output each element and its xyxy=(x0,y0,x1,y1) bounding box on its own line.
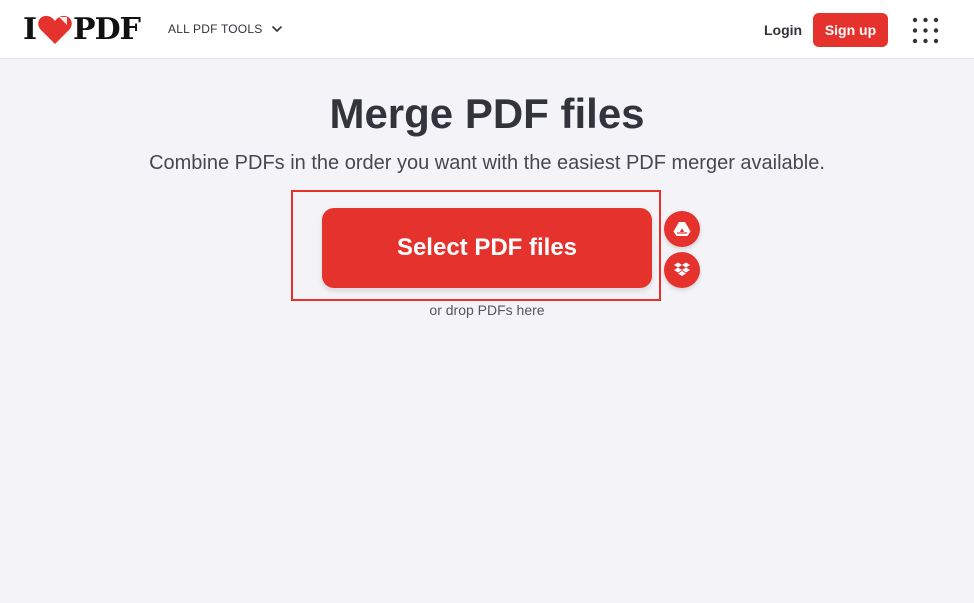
signup-button[interactable]: Sign up xyxy=(813,13,888,47)
logo-text-pdf: PDF xyxy=(73,12,141,47)
apps-grid-icon[interactable] xyxy=(912,17,939,44)
logo-letter-i: I xyxy=(23,12,37,47)
login-link[interactable]: Login xyxy=(764,22,802,38)
ilovepdf-logo[interactable]: I PDF xyxy=(23,12,141,47)
drop-hint-text: or drop PDFs here xyxy=(429,302,545,318)
chevron-down-icon xyxy=(272,26,283,32)
select-pdf-files-button[interactable]: Select PDF files xyxy=(322,208,652,288)
all-pdf-tools-menu[interactable]: ALL PDF TOOLS xyxy=(168,22,283,36)
dropbox-icon xyxy=(674,262,690,276)
page-title: Merge PDF files xyxy=(329,90,645,137)
heart-icon xyxy=(38,15,72,44)
all-pdf-tools-label: ALL PDF TOOLS xyxy=(168,22,263,36)
google-drive-button[interactable] xyxy=(664,211,700,247)
page-subtitle: Combine PDFs in the order you want with … xyxy=(149,152,825,174)
dropbox-button[interactable] xyxy=(664,252,700,288)
google-drive-icon xyxy=(673,222,691,236)
top-navbar: I PDF ALL PDF TOOLS Login Sign up xyxy=(0,0,974,59)
